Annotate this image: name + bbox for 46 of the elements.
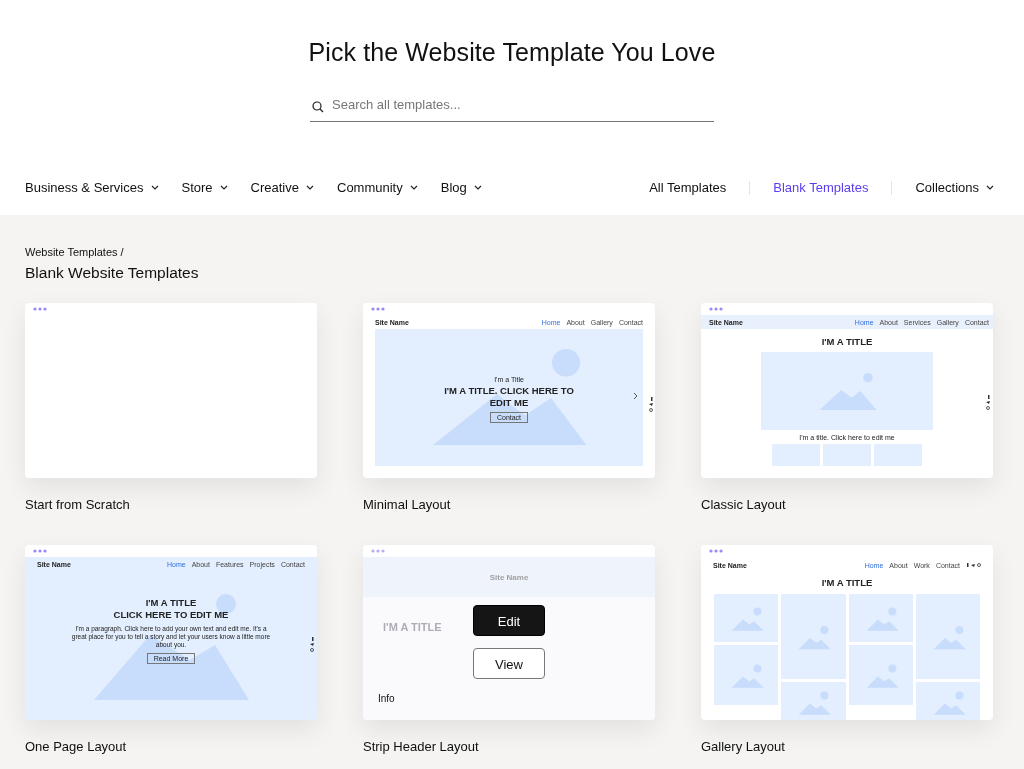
template-name[interactable]: One Page Layout <box>25 739 317 754</box>
image-placeholder <box>915 682 980 720</box>
category-menu[interactable]: Collections <box>915 180 994 195</box>
window-dots-icon <box>709 549 723 553</box>
window-dots-icon <box>33 549 47 553</box>
template-name[interactable]: Start from Scratch <box>25 497 317 512</box>
hero-title: I'M A TITLE. CLICK HERE TO EDIT ME <box>443 384 575 410</box>
image-placeholder <box>714 645 779 706</box>
window-dots-icon <box>709 307 723 311</box>
site-name: Site Name <box>489 572 529 582</box>
template-thumbnail[interactable] <box>25 303 317 478</box>
page-title-text: I'M A TITLE <box>821 336 873 349</box>
view-button[interactable]: View <box>473 648 545 679</box>
category-menu[interactable]: Creative <box>250 180 314 195</box>
breadcrumb-link[interactable]: Website Templates / <box>25 246 999 258</box>
page-title-text: I'M A TITLE <box>821 577 873 590</box>
image-placeholder <box>848 645 913 706</box>
template-name[interactable]: Strip Header Layout <box>363 739 655 754</box>
search-field[interactable]: Search all templates... <box>310 97 714 122</box>
template-name[interactable]: Classic Layout <box>701 497 993 512</box>
window-dots-icon <box>371 549 385 553</box>
section-heading: Blank Website Templates <box>25 264 200 282</box>
image-placeholder <box>823 444 871 467</box>
chevron-right-icon <box>633 392 638 400</box>
category-menu[interactable]: Community <box>337 180 418 195</box>
edit-button[interactable]: Edit <box>473 605 545 636</box>
template-name[interactable]: Minimal Layout <box>363 497 655 512</box>
page-title: Pick the Website Template You Love <box>307 38 717 67</box>
template-thumbnail[interactable]: Site Name I'M A TITLE Edit View Info <box>363 545 655 720</box>
window-dots-icon <box>371 307 385 311</box>
info-link[interactable]: Info <box>378 693 395 704</box>
window-dots-icon <box>33 307 47 311</box>
image-placeholder <box>848 594 913 643</box>
nav-link[interactable]: All Templates <box>649 180 727 195</box>
category-menu[interactable]: Blog <box>440 180 482 195</box>
hero-title: I'M A TITLE CLICK HERE TO EDIT ME <box>113 597 229 622</box>
image-placeholder <box>781 682 846 720</box>
page-title-text: I'M A TITLE <box>383 621 442 633</box>
image-placeholder <box>714 594 779 643</box>
search-icon <box>312 101 324 113</box>
template-name[interactable]: Gallery Layout <box>701 739 993 754</box>
category-menu[interactable]: Store <box>181 180 228 195</box>
category-menu[interactable]: Business & Services <box>25 180 159 195</box>
image-placeholder <box>874 444 922 467</box>
image-placeholder <box>772 444 820 467</box>
nav-link[interactable]: Blank Templates <box>773 180 869 195</box>
